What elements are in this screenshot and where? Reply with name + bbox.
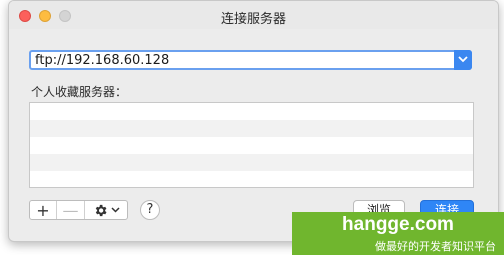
connect-to-server-window: 连接服务器 ftp://192.168.60.128 个人收藏服务器： + — … — [8, 0, 499, 242]
favorite-servers-list[interactable] — [29, 102, 474, 188]
title-bar: 连接服务器 — [9, 1, 498, 29]
chevron-down-icon — [110, 207, 120, 213]
watermark: hangge.com 做最好的开发者知识平台 — [292, 212, 504, 255]
gear-icon — [95, 204, 106, 216]
remove-favorite-button[interactable]: — — [57, 201, 85, 220]
list-item[interactable] — [30, 120, 473, 137]
watermark-slogan: 做最好的开发者知识平台 — [375, 240, 496, 253]
help-button[interactable]: ? — [140, 200, 160, 220]
list-item[interactable] — [30, 103, 473, 120]
window-title: 连接服务器 — [220, 12, 286, 27]
server-address-combobox[interactable]: ftp://192.168.60.128 — [29, 50, 472, 70]
list-item[interactable] — [30, 137, 473, 154]
favorites-button-group: + — — [29, 200, 128, 220]
list-item[interactable] — [30, 154, 473, 171]
history-dropdown-button[interactable] — [454, 50, 472, 70]
watermark-site: hangge.com — [342, 214, 454, 235]
add-favorite-button[interactable]: + — [30, 201, 57, 220]
list-item[interactable] — [30, 171, 473, 188]
action-menu-button[interactable] — [85, 201, 127, 219]
favorites-label: 个人收藏服务器： — [31, 85, 128, 99]
chevron-down-icon — [458, 56, 468, 63]
server-address-input[interactable]: ftp://192.168.60.128 — [35, 53, 169, 68]
